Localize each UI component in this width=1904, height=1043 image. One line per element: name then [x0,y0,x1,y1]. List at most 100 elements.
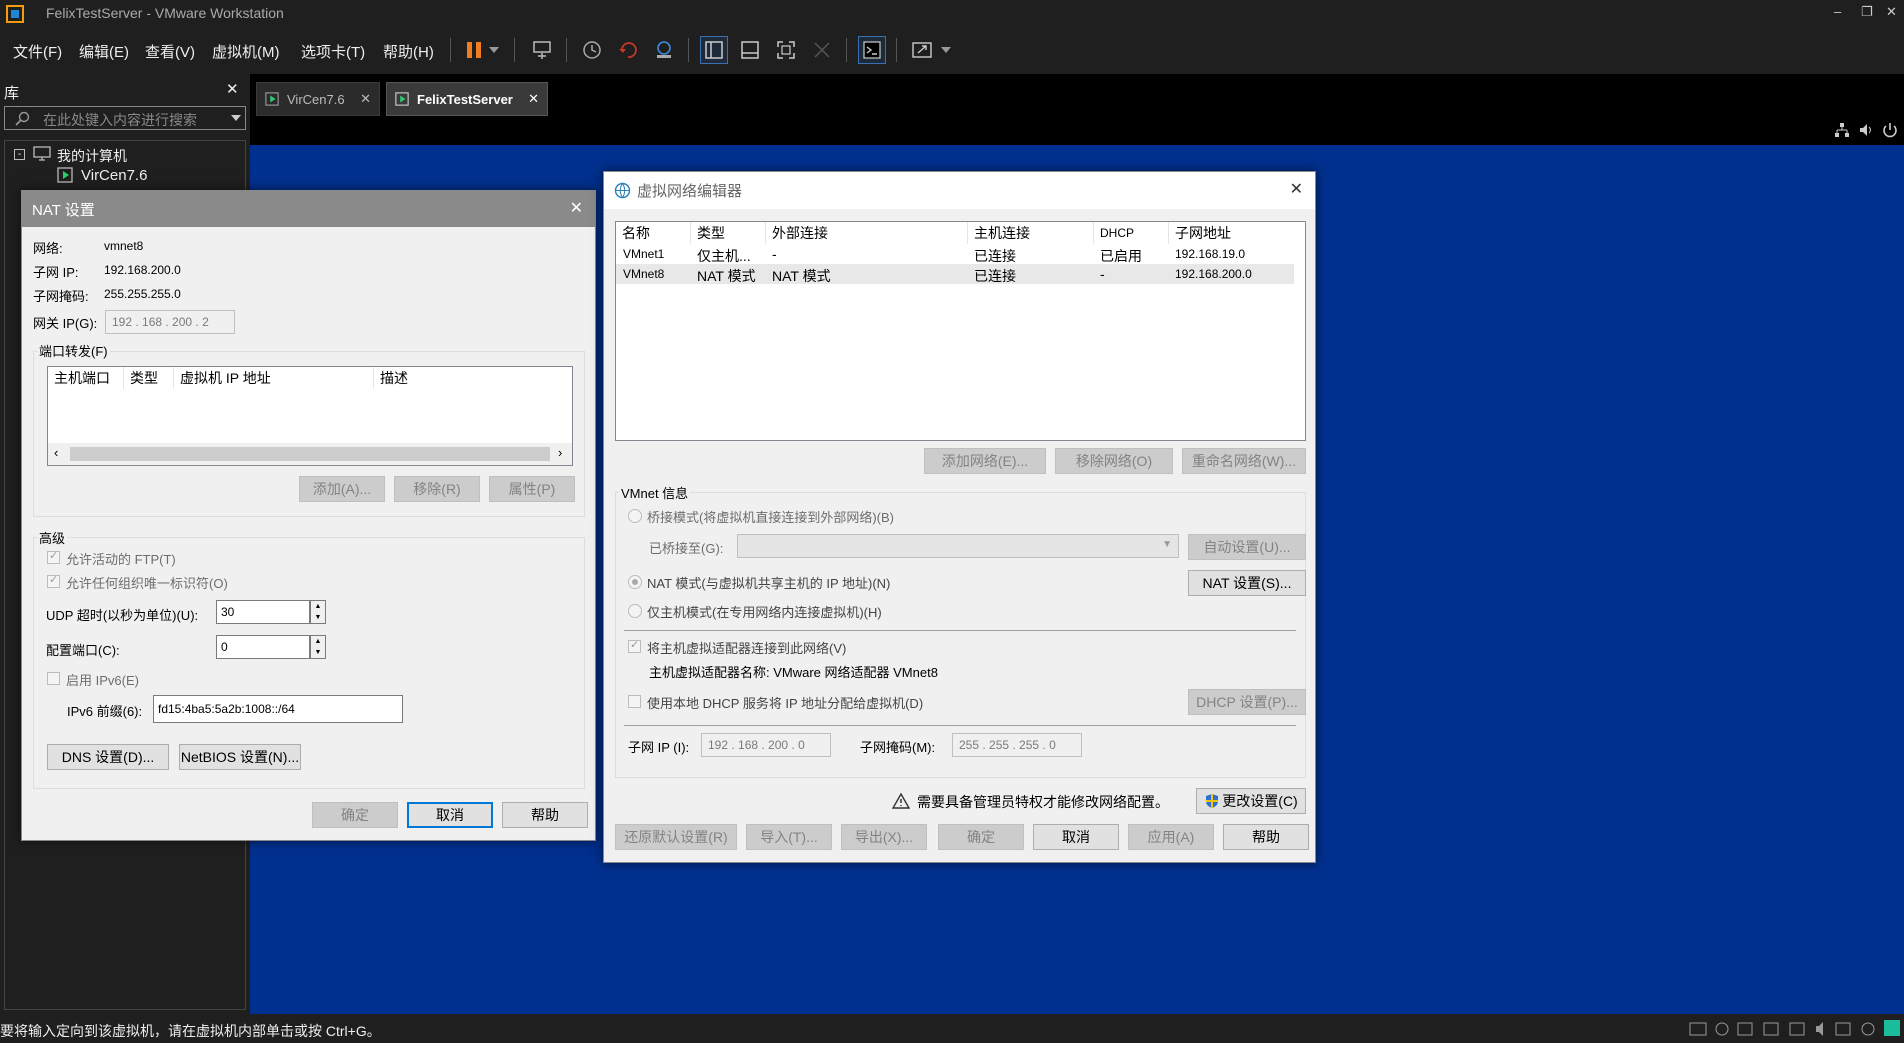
column-header[interactable]: 子网地址 [1169,222,1305,244]
column-header[interactable]: 类型 [691,222,766,244]
dns-settings-button[interactable]: DNS 设置(D)... [47,744,169,770]
pause-icon[interactable] [460,36,488,64]
ipv6-prefix-input[interactable]: fd15:4ba5:5a2b:1008::/64 [153,695,403,723]
table-row[interactable]: VMnet1 仅主机... - 已连接 已启用 192.168.19.0 [616,244,1305,264]
tree-my-computer[interactable]: 我的计算机 [57,146,127,166]
subnet-ip-input[interactable]: 192 . 168 . 200 . 0 [701,733,831,757]
pf-remove-button[interactable]: 移除(R) [394,476,480,502]
column-header[interactable]: DHCP [1094,222,1169,244]
scrollbar-thumb[interactable] [70,447,550,461]
ok-button[interactable]: 确定 [312,802,398,828]
column-header[interactable]: 描述 [374,367,572,389]
export-button[interactable]: 导出(X)... [841,824,927,850]
column-header[interactable]: 类型 [124,367,174,389]
tree-collapse-toggle[interactable]: - [14,149,25,160]
menu-view[interactable]: 查看(V) [145,41,195,62]
show-library-icon[interactable] [700,36,728,64]
close-icon[interactable]: ✕ [1886,4,1897,20]
cancel-button[interactable]: 取消 [407,802,493,828]
full-screen-icon[interactable] [772,36,800,64]
chevron-down-icon[interactable] [938,36,954,64]
column-header[interactable]: 外部连接 [766,222,968,244]
config-port-label: 配置端口(C): [46,643,120,658]
speaker-icon[interactable] [1858,122,1874,138]
menu-edit[interactable]: 编辑(E) [79,41,129,62]
help-button[interactable]: 帮助 [502,802,588,828]
close-tab-icon[interactable]: ✕ [528,91,539,107]
close-tab-icon[interactable]: ✕ [360,91,371,107]
dhcp-settings-button[interactable]: DHCP 设置(P)... [1188,689,1306,715]
vm-icon [265,92,279,106]
pf-add-button[interactable]: 添加(A)... [299,476,385,502]
power-icon[interactable] [1882,122,1898,138]
stretch-guest-icon[interactable] [908,36,936,64]
pf-properties-button[interactable]: 属性(P) [489,476,575,502]
maximize-icon[interactable]: ❐ [1861,4,1873,20]
udp-timeout-input[interactable]: 30 [216,600,310,624]
chevron-down-icon[interactable] [231,115,241,121]
device-status-icons[interactable] [1688,1020,1878,1038]
network-icon[interactable] [1834,122,1850,138]
nat-mode-radio[interactable] [628,575,642,589]
subnet-mask-input[interactable]: 255 . 255 . 255 . 0 [952,733,1082,757]
auto-settings-button[interactable]: 自动设置(U)... [1188,534,1306,560]
bridged-to-select[interactable]: ▼ [737,534,1179,558]
change-settings-label: 更改设置(C) [1222,793,1298,809]
ok-button[interactable]: 确定 [938,824,1024,850]
allow-oui-checkbox[interactable]: ✓ [47,574,60,588]
menu-tabs[interactable]: 选项卡(T) [301,41,365,62]
minimize-icon[interactable]: – [1834,4,1841,19]
config-port-input[interactable]: 0 [216,635,310,659]
network-list[interactable]: 名称 类型 外部连接 主机连接 DHCP 子网地址 VMnet1 仅主机... … [615,221,1306,441]
menu-help[interactable]: 帮助(H) [383,41,434,62]
cancel-button[interactable]: 取消 [1033,824,1119,850]
bridged-radio[interactable] [628,509,642,523]
table-row[interactable]: VMnet8 NAT 模式 NAT 模式 已连接 - 192.168.200.0 [616,264,1294,284]
snapshot-manager-icon[interactable] [650,36,678,64]
tree-vm-vircen[interactable]: VirCen7.6 [81,167,147,184]
send-ctrl-alt-del-icon[interactable] [528,36,556,64]
toolbar-divider [846,38,847,62]
enable-ipv6-checkbox[interactable] [47,672,60,685]
remove-network-button[interactable]: 移除网络(O) [1055,448,1173,474]
import-button[interactable]: 导入(T)... [746,824,832,850]
nat-settings-button[interactable]: NAT 设置(S)... [1188,570,1306,596]
change-settings-button[interactable]: 更改设置(C) [1196,788,1306,814]
apply-button[interactable]: 应用(A) [1128,824,1214,850]
add-network-button[interactable]: 添加网络(E)... [924,448,1046,474]
revert-snapshot-icon[interactable] [614,36,642,64]
unity-icon[interactable] [808,36,836,64]
use-dhcp-checkbox[interactable] [628,695,641,708]
connect-adapter-checkbox[interactable]: ✓ [628,639,641,653]
column-header[interactable]: 主机端口 [48,367,124,389]
tab-vircen[interactable]: VirCen7.6 ✕ [256,82,380,116]
snapshot-icon[interactable] [578,36,606,64]
scroll-left-icon[interactable]: ‹ [54,445,58,460]
scroll-right-icon[interactable]: › [558,445,562,460]
chevron-down-icon[interactable] [486,36,502,64]
allow-ftp-checkbox[interactable]: ✓ [47,550,60,564]
restore-defaults-button[interactable]: 还原默认设置(R) [615,824,737,850]
close-icon[interactable]: ✕ [570,198,583,218]
rename-network-button[interactable]: 重命名网络(W)... [1182,448,1306,474]
menu-vm[interactable]: 虚拟机(M) [212,41,280,62]
help-button[interactable]: 帮助 [1223,824,1309,850]
menu-file[interactable]: 文件(F) [13,41,62,62]
console-view-icon[interactable] [858,36,886,64]
netbios-settings-button[interactable]: NetBIOS 设置(N)... [179,744,301,770]
thumbnail-bar-icon[interactable] [736,36,764,64]
horizontal-scrollbar[interactable]: ‹ › [48,443,572,465]
column-header[interactable]: 虚拟机 IP 地址 [174,367,374,389]
column-header[interactable]: 主机连接 [968,222,1094,244]
message-icon[interactable] [1884,1020,1900,1036]
udp-spinner[interactable]: ▲ ▼ [310,600,326,624]
close-library-icon[interactable]: ✕ [226,80,239,98]
gateway-ip-input[interactable]: 192 . 168 . 200 . 2 [105,310,235,334]
library-search-input[interactable]: 在此处键入内容进行搜索 [4,106,246,130]
close-icon[interactable]: ✕ [1290,179,1303,199]
port-forward-list[interactable]: 主机端口 类型 虚拟机 IP 地址 描述 ‹ › [47,366,573,466]
host-only-radio[interactable] [628,604,642,618]
config-port-spinner[interactable]: ▲ ▼ [310,635,326,659]
column-header[interactable]: 名称 [616,222,691,244]
tab-felixtestserver[interactable]: FelixTestServer ✕ [386,82,548,116]
